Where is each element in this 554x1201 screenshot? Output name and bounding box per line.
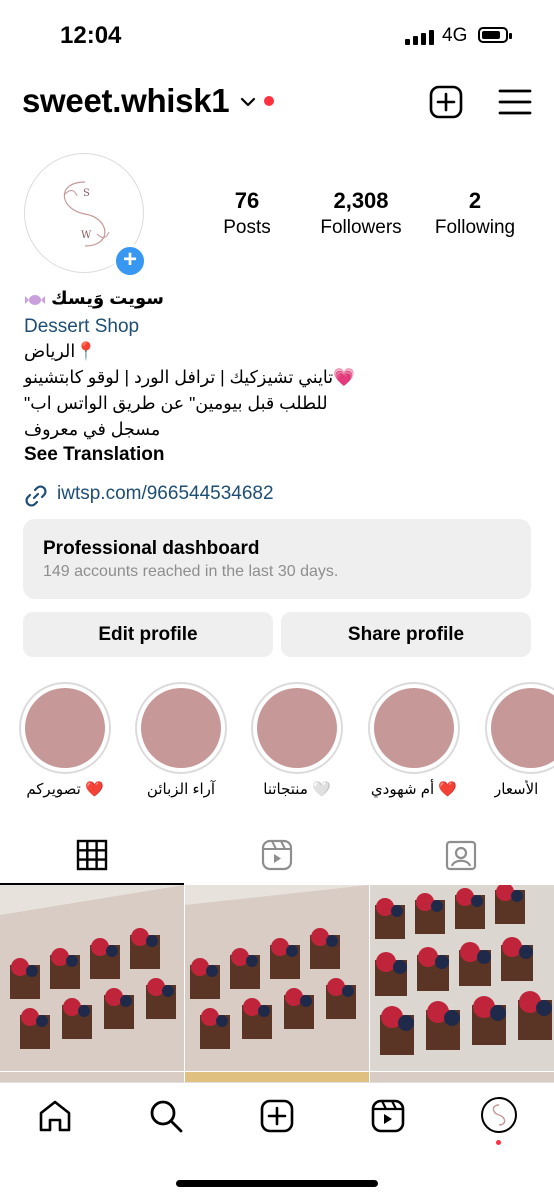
network-label: 4G: [442, 25, 468, 46]
highlight-label: الأسعار: [494, 781, 539, 798]
chevron-down-icon[interactable]: [240, 94, 256, 110]
dashboard-subtitle: 149 accounts reached in the last 30 days…: [43, 563, 339, 580]
highlight-cover: [257, 688, 337, 768]
reels-icon[interactable]: [370, 1098, 406, 1134]
post-thumbnail[interactable]: [185, 1072, 369, 1082]
highlight-1[interactable]: [19, 682, 111, 774]
create-icon[interactable]: [428, 84, 464, 120]
highlight-label: تصويركم ❤️: [26, 781, 104, 798]
bio-line: تايني تشيزكيك | ترافل الورد | لوقو كابتش…: [24, 367, 355, 387]
link-icon: [25, 485, 47, 507]
highlight-cover: [374, 688, 454, 768]
highlight-label: منتجاتنا 🤍: [263, 781, 331, 798]
grid-icon[interactable]: [75, 838, 109, 872]
highlight-3[interactable]: [251, 682, 343, 774]
category-label[interactable]: Dessert Shop: [24, 316, 139, 338]
post-thumbnail[interactable]: [0, 885, 184, 1071]
bio-line: الرياض📍: [24, 341, 98, 361]
home-indicator: [176, 1180, 378, 1187]
display-name: سويت وَيسك: [51, 288, 164, 308]
status-time: 12:04: [60, 22, 122, 49]
notification-dot: [264, 96, 274, 106]
post-thumbnail[interactable]: [370, 885, 554, 1071]
profile-icon[interactable]: [481, 1097, 517, 1133]
post-thumbnail[interactable]: [0, 1072, 184, 1082]
notification-dot: [496, 1140, 501, 1145]
post-thumbnail[interactable]: [185, 885, 369, 1071]
battery-icon: [478, 27, 512, 43]
svg-text:S: S: [83, 188, 90, 199]
bio-line: مسجل في معروف: [24, 419, 161, 439]
stat-posts[interactable]: 76 Posts: [215, 188, 279, 239]
highlight-5[interactable]: [485, 682, 554, 774]
dessert-photo: [370, 885, 554, 1071]
stat-followers[interactable]: 2,308 Followers: [312, 188, 410, 239]
svg-text:W: W: [81, 230, 92, 241]
post-thumbnail[interactable]: [370, 1072, 554, 1082]
highlight-label: آراء الزبائن: [146, 781, 216, 798]
dashboard-title: Professional dashboard: [43, 538, 260, 559]
signal-icon: [405, 30, 434, 45]
bio-link[interactable]: iwtsp.com/966544534682: [57, 483, 274, 505]
highlight-4[interactable]: [368, 682, 460, 774]
bio-line: "للطلب قبل بيومين" عن طريق الواتس اب: [24, 393, 328, 413]
home-icon[interactable]: [37, 1098, 73, 1134]
highlight-cover: [141, 688, 221, 768]
profile-username[interactable]: sweet.whisk1: [22, 82, 230, 120]
logo-icon: [492, 1104, 506, 1126]
dessert-photo: [0, 885, 184, 1071]
tagged-icon[interactable]: [444, 838, 478, 872]
highlight-label: أم شهودي ❤️: [370, 781, 458, 798]
reels-icon[interactable]: [260, 838, 294, 872]
dessert-photo: [185, 885, 369, 1071]
share-profile-button[interactable]: Share profile: [281, 612, 531, 657]
menu-icon[interactable]: [497, 84, 533, 120]
edit-profile-button[interactable]: Edit profile: [23, 612, 273, 657]
highlight-2[interactable]: [135, 682, 227, 774]
create-icon[interactable]: [259, 1098, 295, 1134]
search-icon[interactable]: [148, 1098, 184, 1134]
stat-following[interactable]: 2 Following: [428, 188, 522, 239]
add-story-button[interactable]: +: [113, 244, 147, 278]
candy-icon: [25, 295, 45, 305]
highlight-cover: [25, 688, 105, 768]
highlight-cover: [491, 688, 554, 768]
see-translation-link[interactable]: See Translation: [24, 444, 164, 466]
